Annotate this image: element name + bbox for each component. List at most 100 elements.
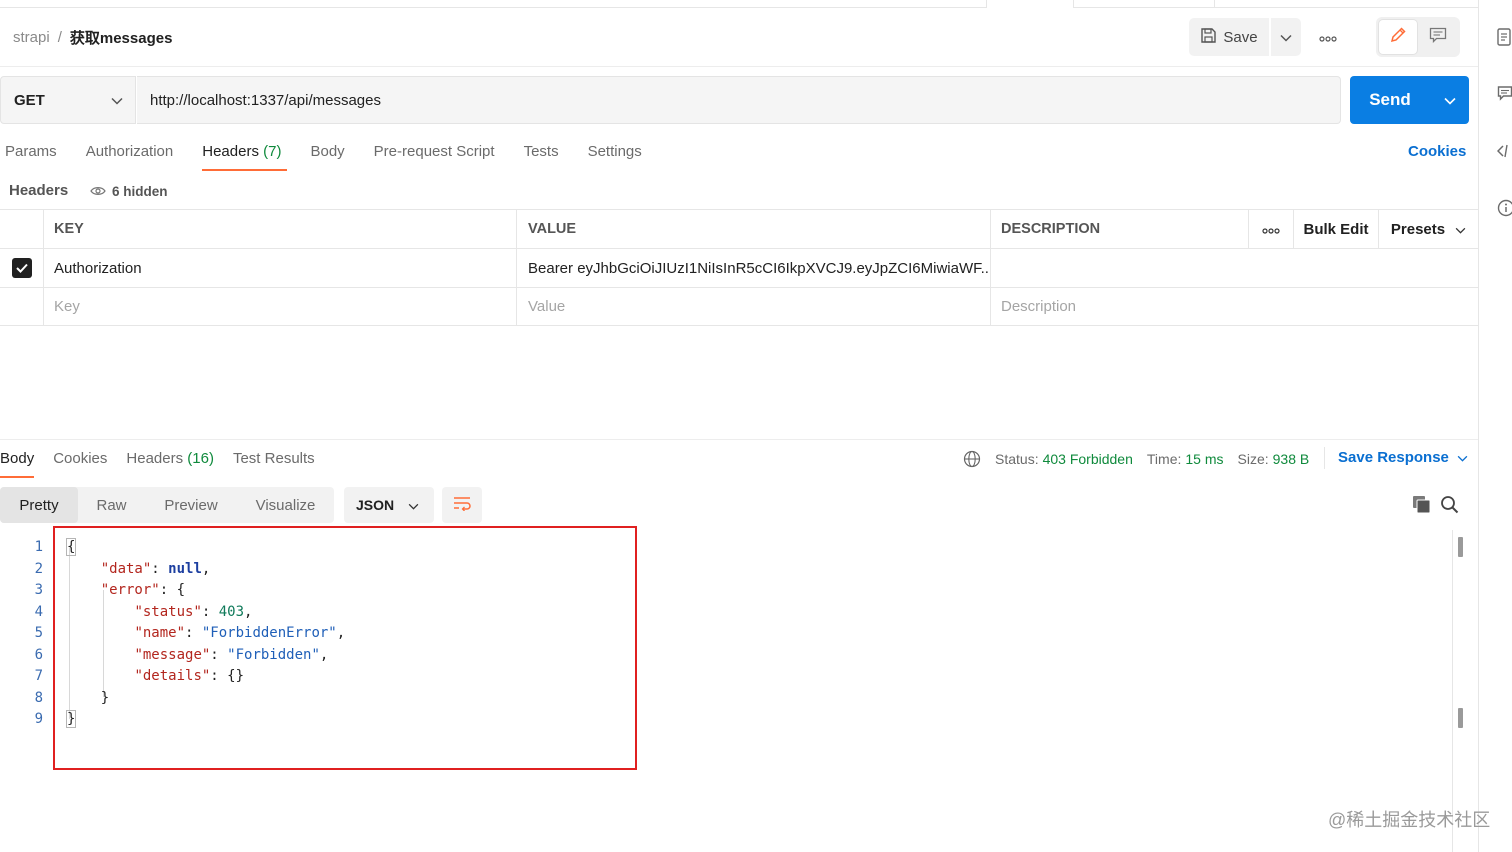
tab-settings[interactable]: Settings <box>588 143 642 171</box>
more-icon <box>1319 29 1337 46</box>
row-checkbox[interactable] <box>11 258 32 278</box>
column-value: VALUE <box>516 210 990 248</box>
language-value: JSON <box>356 497 395 513</box>
line-number: 5 <box>34 625 43 641</box>
method-value: GET <box>14 91 45 109</box>
comment-icon <box>1429 27 1447 47</box>
column-key: KEY <box>43 210 516 248</box>
header-description-cell[interactable] <box>990 249 1248 287</box>
format-visualize[interactable]: Visualize <box>237 487 334 523</box>
wrap-lines-button[interactable] <box>442 487 482 523</box>
right-sidebar <box>1478 0 1512 852</box>
tab-authorization[interactable]: Authorization <box>86 143 174 171</box>
send-options-button[interactable] <box>1430 76 1469 124</box>
table-header-row: KEY VALUE DESCRIPTION Bulk Edit Presets <box>0 209 1478 248</box>
key-placeholder[interactable]: Key <box>43 288 516 325</box>
line-number: 1 <box>34 539 43 555</box>
response-headers-label: Headers <box>126 450 184 467</box>
active-tab-gap <box>986 0 1074 8</box>
bulk-edit-button[interactable]: Bulk Edit <box>1293 210 1378 248</box>
chevron-down-icon <box>111 92 123 109</box>
header-check-cell <box>0 210 43 248</box>
value-placeholder[interactable]: Value <box>516 288 990 325</box>
request-name[interactable]: 获取messages <box>70 27 173 48</box>
time-label: Time: <box>1146 451 1182 467</box>
save-response-label: Save Response <box>1338 449 1449 466</box>
comment-mode-button[interactable] <box>1419 20 1457 54</box>
status-value[interactable]: 403 Forbidden <box>1043 451 1133 467</box>
tab-body[interactable]: Body <box>310 143 344 171</box>
chevron-down-icon <box>408 497 419 513</box>
chevron-down-icon <box>1457 449 1468 466</box>
copy-icon[interactable] <box>1412 495 1431 518</box>
response-headers-count: (16) <box>187 450 214 467</box>
format-preview[interactable]: Preview <box>145 487 237 523</box>
pane-divider[interactable] <box>0 439 1478 440</box>
response-meta: Status: 403 Forbidden Time: 15 ms Size: … <box>963 449 1309 469</box>
tab-response-body[interactable]: Body <box>0 450 35 478</box>
method-select[interactable]: GET <box>0 76 136 124</box>
row-checkbox-cell <box>0 249 43 287</box>
save-icon <box>1200 27 1217 48</box>
divider <box>0 66 1478 67</box>
format-pretty[interactable]: Pretty <box>0 487 78 523</box>
check-icon <box>15 260 28 277</box>
hidden-headers-toggle[interactable]: 6 hidden <box>80 178 178 204</box>
hidden-headers-label: 6 hidden <box>112 183 168 199</box>
row-checkbox-cell <box>0 288 43 325</box>
tab-params[interactable]: Params <box>5 143 57 171</box>
line-number: 8 <box>34 689 43 706</box>
tab-tests[interactable]: Tests <box>524 143 559 171</box>
watermark: @稀土掘金技术社区 <box>1328 810 1491 830</box>
save-response-button[interactable]: Save Response <box>1338 449 1468 466</box>
size-value[interactable]: 938 B <box>1273 451 1310 467</box>
globe-icon[interactable] <box>963 450 981 468</box>
edit-icon <box>1389 26 1407 48</box>
document-icon[interactable] <box>1497 28 1512 46</box>
breadcrumb-collection[interactable]: strapi <box>13 29 50 46</box>
url-input[interactable]: http://localhost:1337/api/messages <box>137 76 1341 124</box>
save-button[interactable]: Save <box>1189 18 1269 56</box>
edit-mode-button[interactable] <box>1379 20 1417 54</box>
chevron-down-icon <box>1280 29 1292 46</box>
info-icon[interactable] <box>1497 199 1512 217</box>
header-value-cell[interactable]: Bearer eyJhbGciOiJIUzI1NiIsInR5cCI6IkpXV… <box>516 249 990 287</box>
line-number: 7 <box>34 668 43 684</box>
tab-pre-request-script[interactable]: Pre-request Script <box>374 143 495 171</box>
presets-label: Presets <box>1390 220 1446 238</box>
description-placeholder[interactable]: Description <box>990 288 1248 325</box>
scrollbar-marker[interactable] <box>1458 708 1463 728</box>
tab-test-results[interactable]: Test Results <box>233 450 315 478</box>
chevron-down-icon <box>1455 221 1466 238</box>
save-options-button[interactable] <box>1271 18 1301 56</box>
tab-response-cookies[interactable]: Cookies <box>53 450 107 478</box>
eye-icon <box>90 184 106 199</box>
headers-table: KEY VALUE DESCRIPTION Bulk Edit Presets … <box>0 209 1478 326</box>
editor-scroll-track <box>1452 530 1453 852</box>
cookies-link[interactable]: Cookies <box>1408 143 1466 160</box>
scrollbar-marker[interactable] <box>1458 537 1463 557</box>
search-icon[interactable] <box>1440 495 1459 518</box>
save-group: Save <box>1189 18 1301 56</box>
presets-dropdown[interactable]: Presets <box>1378 210 1478 248</box>
format-raw[interactable]: Raw <box>78 487 145 523</box>
code-icon[interactable] <box>1496 143 1512 161</box>
comment-icon[interactable] <box>1497 85 1512 103</box>
language-select[interactable]: JSON <box>344 487 434 523</box>
more-icon <box>1262 221 1280 238</box>
request-tabs: Params Authorization Headers (7) Body Pr… <box>5 143 642 171</box>
wrap-icon <box>452 495 472 515</box>
tab-headers-label: Headers <box>202 143 259 160</box>
tab-strip <box>0 0 1478 8</box>
send-button[interactable]: Send <box>1350 90 1430 110</box>
tab-response-headers[interactable]: Headers (16) <box>126 450 214 478</box>
column-options-button[interactable] <box>1248 210 1293 248</box>
line-number: 4 <box>34 603 43 620</box>
response-format-tabs: Pretty Raw Preview Visualize <box>0 487 334 523</box>
time-value[interactable]: 15 ms <box>1185 451 1223 467</box>
header-key-cell[interactable]: Authorization <box>43 249 516 287</box>
more-actions-button[interactable] <box>1314 28 1342 46</box>
view-mode-toggle <box>1376 17 1460 57</box>
tab-headers[interactable]: Headers (7) <box>202 143 288 171</box>
tab-divider <box>1214 0 1215 8</box>
